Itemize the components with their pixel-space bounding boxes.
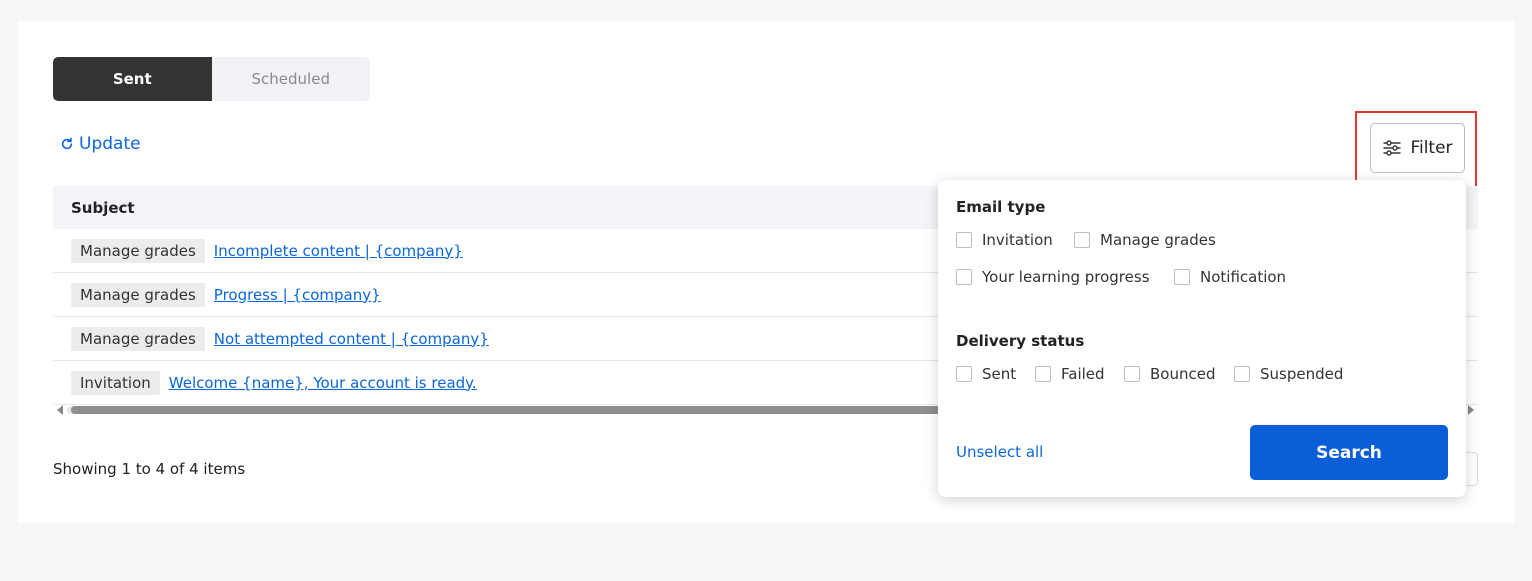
subject-link[interactable]: Welcome {name}, Your account is ready. xyxy=(169,374,477,392)
checkbox-label: Failed xyxy=(1061,365,1105,383)
email-type-title: Email type xyxy=(956,198,1046,216)
tab-sent[interactable]: Sent xyxy=(53,57,212,101)
unselect-all-link[interactable]: Unselect all xyxy=(956,443,1043,461)
checkbox-sent[interactable]: Sent xyxy=(956,365,1016,383)
email-type-tag: Invitation xyxy=(71,370,160,395)
tab-scheduled[interactable]: Scheduled xyxy=(212,57,371,101)
checkbox-box[interactable] xyxy=(956,269,972,285)
email-type-tag: Manage grades xyxy=(71,238,205,263)
checkbox-box[interactable] xyxy=(1124,366,1140,382)
update-link[interactable]: Update xyxy=(60,133,141,155)
scroll-right-icon[interactable] xyxy=(1468,405,1474,415)
subject-link[interactable]: Incomplete content | {company} xyxy=(214,242,463,260)
sliders-icon xyxy=(1383,140,1402,156)
delivery-status-title: Delivery status xyxy=(956,332,1085,350)
checkbox-label: Sent xyxy=(982,365,1017,383)
checkbox-box[interactable] xyxy=(956,366,972,382)
scroll-left-icon[interactable] xyxy=(57,405,63,415)
refresh-icon xyxy=(61,137,73,150)
checkbox-box[interactable] xyxy=(1074,232,1090,248)
checkbox-label: Suspended xyxy=(1260,365,1344,383)
checkbox-bounced[interactable]: Bounced xyxy=(1124,365,1215,383)
checkbox-notification[interactable]: Notification xyxy=(1174,268,1286,286)
checkbox-suspended[interactable]: Suspended xyxy=(1234,365,1343,383)
email-type-tag: Manage grades xyxy=(71,282,205,307)
search-button[interactable]: Search xyxy=(1250,425,1448,480)
scroll-thumb[interactable] xyxy=(71,406,941,414)
checkbox-box[interactable] xyxy=(1035,366,1051,382)
checkbox-your-learning-progress[interactable]: Your learning progress xyxy=(956,268,1150,286)
checkbox-label: Invitation xyxy=(982,231,1053,249)
column-subject[interactable]: Subject xyxy=(71,199,135,217)
subject-link[interactable]: Progress | {company} xyxy=(214,286,381,304)
subject-link[interactable]: Not attempted content | {company} xyxy=(214,330,489,348)
checkbox-box[interactable] xyxy=(1174,269,1190,285)
checkbox-label: Notification xyxy=(1200,268,1287,286)
checkbox-label: Bounced xyxy=(1150,365,1216,383)
checkbox-failed[interactable]: Failed xyxy=(1035,365,1105,383)
checkbox-label: Manage grades xyxy=(1100,231,1216,249)
filter-label: Filter xyxy=(1410,138,1453,158)
filter-panel: Email type Invitation Manage grades Your… xyxy=(938,180,1466,497)
checkbox-box[interactable] xyxy=(1234,366,1250,382)
pagination-summary: Showing 1 to 4 of 4 items xyxy=(53,460,246,478)
checkbox-label: Your learning progress xyxy=(982,268,1150,286)
email-type-tag: Manage grades xyxy=(71,326,205,351)
tab-group: Sent Scheduled xyxy=(53,57,370,101)
filter-button[interactable]: Filter xyxy=(1370,123,1465,173)
update-label: Update xyxy=(79,134,141,154)
checkbox-manage-grades[interactable]: Manage grades xyxy=(1074,231,1216,249)
checkbox-invitation[interactable]: Invitation xyxy=(956,231,1053,249)
checkbox-box[interactable] xyxy=(956,232,972,248)
